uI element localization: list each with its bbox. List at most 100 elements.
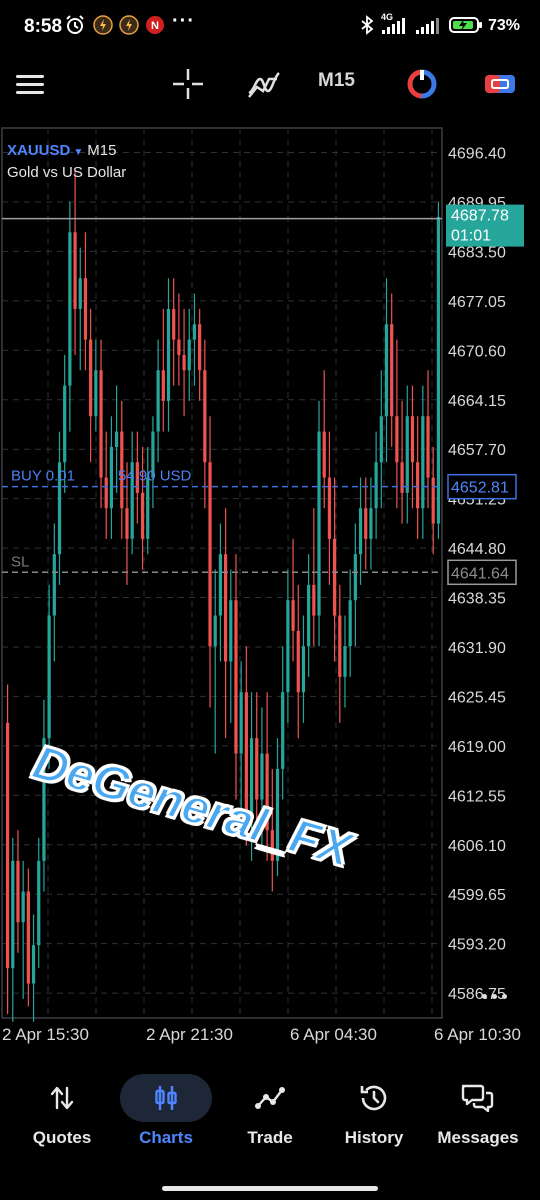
- y-axis-tick-label: 4612.55: [448, 788, 506, 805]
- menu-icon: [16, 75, 44, 94]
- home-indicator[interactable]: [162, 1186, 378, 1191]
- nav-quotes[interactable]: Quotes: [8, 1066, 116, 1162]
- candle: [89, 308, 93, 463]
- candle: [384, 278, 389, 463]
- bottom-navigation: Quotes Charts Trade History Messages: [0, 1066, 540, 1162]
- candle: [203, 339, 207, 509]
- buy-position-label: BUY 0.01: [11, 468, 75, 485]
- candle: [416, 416, 420, 539]
- indicators-button[interactable]: [244, 64, 284, 104]
- candle-body: [317, 431, 321, 616]
- candle-body: [172, 308, 176, 340]
- trade-button[interactable]: [480, 64, 520, 104]
- more-options-icon[interactable]: [474, 984, 514, 1008]
- candle-body: [11, 860, 15, 969]
- candle: [348, 569, 352, 677]
- candle: [151, 416, 155, 509]
- nav-messages-label: Messages: [437, 1128, 519, 1147]
- candle-body: [104, 477, 108, 509]
- candle: [109, 416, 114, 539]
- nav-messages[interactable]: Messages: [424, 1066, 532, 1162]
- candle-body: [234, 600, 238, 754]
- candle-body: [400, 462, 404, 493]
- candle: [130, 431, 134, 555]
- candle-body: [177, 339, 181, 355]
- menu-button[interactable]: [10, 64, 50, 104]
- candle: [296, 584, 300, 739]
- candle: [187, 308, 191, 401]
- nav-trade[interactable]: Trade: [216, 1066, 324, 1162]
- candle-body: [125, 508, 129, 539]
- candle-body: [187, 339, 191, 371]
- timeframe-button[interactable]: M15: [318, 70, 355, 92]
- candlestick-chart[interactable]: 4696.404689.954683.504677.054670.604664.…: [0, 124, 540, 1044]
- candle: [26, 868, 30, 1007]
- nav-history-label: History: [344, 1128, 404, 1147]
- status-bar: 8:58 N ··· 4G 73%: [0, 0, 540, 52]
- nav-history[interactable]: History: [320, 1066, 428, 1162]
- stop-loss-price-label: 4641.64: [451, 565, 509, 582]
- crosshair-icon: [173, 69, 203, 99]
- candle: [57, 431, 62, 585]
- candle: [223, 508, 228, 739]
- caret-down-icon[interactable]: ▼: [73, 147, 83, 158]
- candle-body: [390, 324, 394, 417]
- candle: [343, 615, 347, 708]
- symbol-description: Gold vs US Dollar: [7, 164, 127, 181]
- symbol-timeframe: M15: [87, 142, 117, 159]
- candle: [229, 569, 233, 723]
- y-axis-tick-label: 4619.00: [448, 739, 506, 756]
- candle-body: [364, 508, 368, 539]
- y-axis-tick-label: 4606.10: [448, 838, 506, 855]
- candle: [218, 523, 223, 662]
- candle: [390, 293, 394, 447]
- nav-charts-label: Charts: [139, 1128, 193, 1147]
- candle-body: [395, 416, 399, 463]
- candle-body: [421, 416, 425, 509]
- candle-body: [94, 370, 98, 417]
- crosshair-button[interactable]: [168, 64, 208, 104]
- candle-body: [327, 477, 332, 539]
- price-chart[interactable]: 4696.40 4689.95 4683.50 4677.05 4670.60 4664.…: [0, 124, 540, 1044]
- candle-body: [431, 477, 435, 524]
- y-axis-tick-label: 4683.50: [448, 244, 506, 261]
- candle: [177, 293, 181, 386]
- candle-body: [229, 600, 233, 662]
- x-axis-tick-label: 6 Apr 04:30: [290, 1025, 377, 1044]
- buy-price-label: 4652.81: [451, 480, 509, 497]
- candle: [369, 477, 373, 570]
- candle: [208, 416, 212, 708]
- candle-body: [426, 416, 430, 478]
- nav-charts[interactable]: Charts: [112, 1066, 220, 1162]
- x-axis-tick-label: 6 Apr 10:30: [434, 1025, 521, 1044]
- one-click-trading-button[interactable]: [402, 64, 442, 104]
- candle: [78, 247, 82, 371]
- candle: [353, 523, 357, 647]
- bluetooth-icon: [361, 15, 374, 35]
- candle: [317, 400, 321, 647]
- candle-body: [260, 753, 264, 800]
- candle-body: [203, 370, 207, 463]
- candle-body: [73, 232, 77, 309]
- candle-body: [109, 446, 114, 509]
- y-axis-tick-label: 4638.35: [448, 591, 506, 608]
- candle: [172, 278, 176, 386]
- chart-toolbar: M15: [0, 56, 540, 112]
- candle-body: [416, 462, 420, 509]
- candle: [322, 370, 326, 509]
- symbol-header[interactable]: XAUUSD ▼ M15: [7, 142, 116, 159]
- candle: [11, 837, 15, 1022]
- candlestick-icon: [155, 1086, 177, 1110]
- signal-icon: [416, 18, 439, 34]
- candle: [286, 569, 290, 723]
- y-axis-tick-label: 4631.90: [448, 640, 506, 657]
- candle: [83, 232, 88, 371]
- candle: [5, 684, 10, 1015]
- y-axis-tick-label: 4599.65: [448, 887, 506, 904]
- app-notification-icon: [119, 15, 139, 35]
- symbol-name[interactable]: XAUUSD: [7, 142, 70, 159]
- candle-body: [348, 600, 352, 647]
- candle-body: [31, 945, 36, 984]
- candle: [405, 385, 409, 524]
- candle-body: [255, 738, 259, 800]
